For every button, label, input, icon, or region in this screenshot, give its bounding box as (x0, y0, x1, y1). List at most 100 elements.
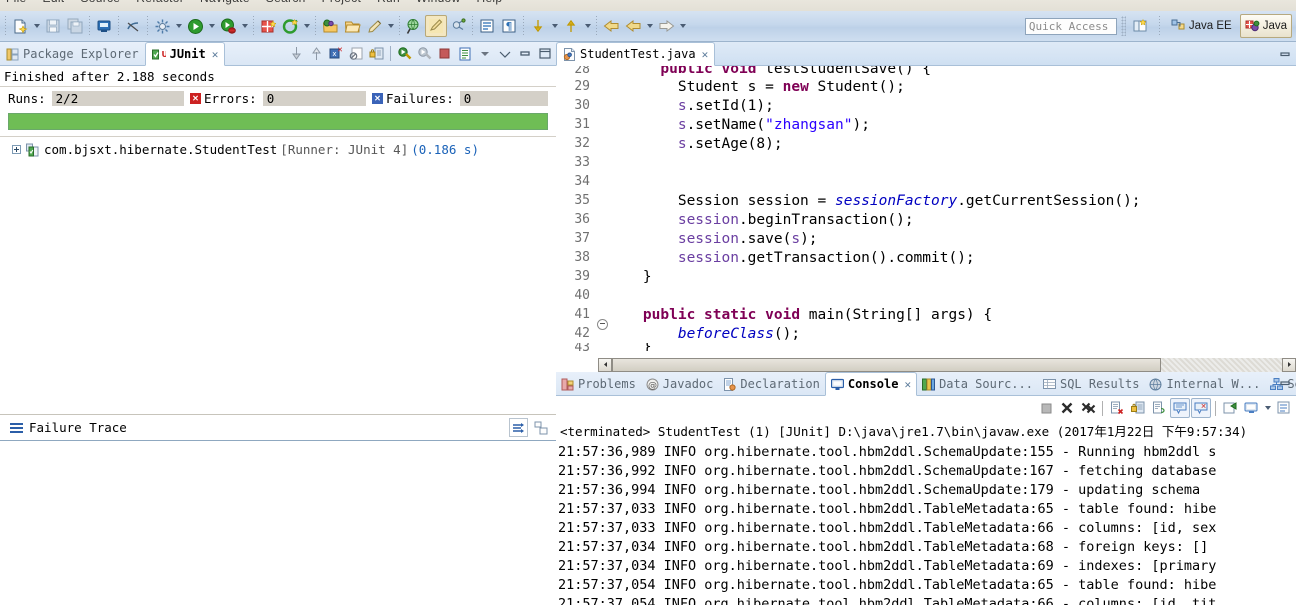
new-wizard-dropdown[interactable] (31, 15, 42, 37)
external-tools-dropdown[interactable] (173, 15, 184, 37)
menu-item-navigate[interactable]: Navigate (200, 0, 250, 4)
back-history-dropdown[interactable] (644, 15, 655, 37)
rerun-test-icon[interactable] (395, 44, 414, 63)
console-output[interactable]: 21:57:36,989 INFO org.hibernate.tool.hbm… (556, 441, 1296, 605)
open-perspective-button[interactable] (1130, 15, 1152, 37)
code-line[interactable]: 40 (556, 286, 1296, 305)
open-folder-button[interactable] (341, 15, 363, 37)
minimize-icon[interactable] (1278, 47, 1292, 61)
prev-annotation-button[interactable] (560, 15, 582, 37)
code-area[interactable]: 28 public void testStudentSave() {29 Stu… (556, 66, 1296, 352)
paragraph-button[interactable]: ¶ (498, 15, 520, 37)
code-line[interactable]: 34 (556, 172, 1296, 191)
stop-icon[interactable] (435, 44, 454, 63)
new-console-view-icon[interactable] (1241, 398, 1261, 418)
word-wrap-icon[interactable] (1149, 398, 1169, 418)
compare-result-icon[interactable] (531, 418, 550, 437)
display-selected-console-icon[interactable]: ✕ (1191, 398, 1211, 418)
tab-studenttest-java[interactable]: StudentTest.java ✕ (556, 42, 716, 66)
block-selection-button[interactable] (425, 15, 447, 37)
close-icon[interactable]: ✕ (702, 48, 709, 61)
tab-junit[interactable]: U JUnit ✕ (144, 42, 226, 66)
editor-horizontal-scrollbar[interactable] (598, 357, 1296, 372)
filter-stack-trace-icon[interactable] (509, 418, 528, 437)
run-dropdown[interactable] (206, 15, 217, 37)
search-pencil-dropdown[interactable] (385, 15, 396, 37)
save-button[interactable] (42, 15, 64, 37)
save-all-button[interactable] (64, 15, 86, 37)
forward-button[interactable] (655, 15, 677, 37)
clear-console-icon[interactable] (1107, 398, 1127, 418)
scroll-left-button[interactable] (598, 357, 612, 372)
tab-declaration[interactable]: Declaration (718, 373, 824, 395)
tab-internal-w[interactable]: Internal W... (1144, 373, 1265, 395)
code-line[interactable]: 36 session.beginTransaction(); (556, 210, 1296, 229)
code-line[interactable]: 29 Student s = new Student(); (556, 77, 1296, 96)
debug-dropdown[interactable] (239, 15, 250, 37)
menu-item-refactor[interactable]: Refactor (136, 0, 184, 4)
link-editor-button[interactable] (447, 15, 469, 37)
search-pencil-button[interactable] (363, 15, 385, 37)
whitespace-button[interactable] (476, 15, 498, 37)
code-line[interactable]: 30 s.setId(1); (556, 96, 1296, 115)
restore-icon[interactable] (535, 44, 554, 63)
mark-occurrences-button[interactable] (122, 15, 144, 37)
new-package-button[interactable] (257, 15, 279, 37)
scrollbar-track[interactable] (612, 357, 1282, 372)
prev-annotation-dropdown[interactable] (582, 15, 593, 37)
tab-data-sourc[interactable]: Data Sourc... (917, 373, 1038, 395)
print-button[interactable] (93, 15, 115, 37)
code-line[interactable]: 28 public void testStudentSave() { (556, 66, 1296, 77)
new-console-dropdown[interactable] (1262, 397, 1273, 419)
stop-junit-icon[interactable] (347, 44, 366, 63)
menu-item-search[interactable]: Search (266, 0, 306, 4)
code-line[interactable]: 31 s.setName("zhangsan"); (556, 115, 1296, 134)
code-line[interactable]: 32 s.setAge(8); (556, 134, 1296, 153)
expand-icon[interactable] (12, 145, 21, 154)
search-globe-button[interactable] (403, 15, 425, 37)
tab-sql-results[interactable]: SQL Results (1038, 373, 1144, 395)
new-wizard-button[interactable] (9, 15, 31, 37)
rerun-failed-icon[interactable] (415, 44, 434, 63)
perspective-java[interactable]: Java (1239, 14, 1292, 38)
maximize-icon[interactable] (515, 44, 534, 63)
tab-javadoc[interactable]: @ Javadoc (641, 373, 719, 395)
code-line[interactable]: 42 beforeClass(); (556, 324, 1296, 343)
menu-item-project[interactable]: Project (322, 0, 361, 4)
forward-dropdown[interactable] (677, 15, 688, 37)
quick-access-input[interactable]: Quick Access (1024, 17, 1117, 35)
scroll-right-button[interactable] (1282, 357, 1296, 372)
terminate-icon[interactable] (1036, 398, 1056, 418)
lock-scroll-icon[interactable] (367, 44, 386, 63)
scrollbar-thumb[interactable] (612, 357, 1162, 372)
next-failure-icon[interactable] (287, 44, 306, 63)
code-line[interactable]: 39 } (556, 267, 1296, 286)
code-line[interactable]: 43 } (556, 343, 1296, 351)
open-type-button[interactable] (319, 15, 341, 37)
menu-item-run[interactable]: Run (377, 0, 400, 4)
back-history-button[interactable] (622, 15, 644, 37)
open-console-icon[interactable] (1220, 398, 1240, 418)
code-line[interactable]: 35 Session session = sessionFactory.getC… (556, 191, 1296, 210)
test-history-icon[interactable] (455, 44, 474, 63)
menu-item-source[interactable]: Source (80, 0, 120, 4)
scroll-lock-icon[interactable] (1128, 398, 1148, 418)
remove-all-launches-icon[interactable] (1078, 398, 1098, 418)
view-menu-icon[interactable] (475, 44, 494, 63)
debug-button[interactable] (217, 15, 239, 37)
menu-item-help[interactable]: Help (476, 0, 502, 4)
tab-problems[interactable]: Problems (556, 373, 641, 395)
toolbar-drag-handle[interactable] (1120, 16, 1126, 36)
code-line[interactable]: 41 public static void main(String[] args… (556, 305, 1296, 330)
new-class-button[interactable] (279, 15, 301, 37)
menu-item-file[interactable]: File (6, 0, 27, 4)
show-failures-only-icon[interactable]: x ✕ (327, 44, 346, 63)
code-line[interactable]: 37 session.save(s); (556, 229, 1296, 248)
failure-trace-body[interactable] (0, 440, 556, 605)
tab-package-explorer[interactable]: Package Explorer (0, 43, 145, 65)
test-tree-item[interactable]: com.bjsxt.hibernate.StudentTest [Runner:… (0, 141, 556, 158)
junit-results-tree[interactable]: com.bjsxt.hibernate.StudentTest [Runner:… (0, 136, 556, 376)
tab-console[interactable]: Console ✕ (824, 372, 918, 396)
console-menu-icon[interactable] (1274, 398, 1294, 418)
back-button[interactable] (600, 15, 622, 37)
